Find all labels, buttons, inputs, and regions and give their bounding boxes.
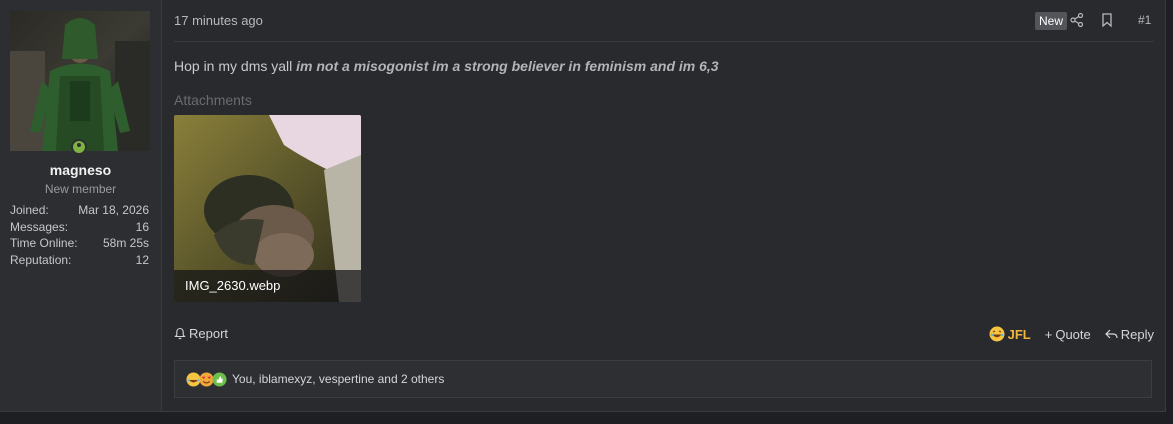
quote-label: Quote [1055, 326, 1091, 342]
stat-value: Mar 18, 2026 [78, 203, 149, 217]
share-icon[interactable] [1069, 12, 1085, 28]
post-container: magneso New member Joined: Mar 18, 2026 … [0, 0, 1166, 412]
attachment-thumbnail[interactable]: IMG_2630.webp [174, 115, 361, 302]
user-stats: Joined: Mar 18, 2026 Messages: 16 Time O… [10, 202, 149, 268]
post-number[interactable]: #1 [1138, 13, 1151, 27]
report-label: Report [189, 326, 229, 341]
plus-icon: + [1044, 326, 1053, 342]
user-title: New member [44, 182, 117, 196]
reactions-bar[interactable]: You, iblamexyz, vespertine and 2 others [174, 360, 1152, 398]
reply-icon [1104, 329, 1118, 339]
post-body-emphasis: im not a misogonist im a strong believer… [296, 58, 719, 74]
post-body: Hop in my dms yall im not a misogonist i… [174, 58, 719, 74]
post-footer: Report JFL + Quote Reply [174, 326, 1154, 346]
attachment-filename: IMG_2630.webp [174, 270, 361, 302]
thumbs-up-icon [212, 371, 227, 387]
user-avatar[interactable] [10, 11, 150, 151]
stat-value: 16 [135, 219, 149, 234]
stat-label: Joined: [10, 203, 49, 217]
bookmark-icon[interactable] [1099, 12, 1115, 28]
post-body-text: Hop in my dms yall [174, 58, 297, 74]
quote-button[interactable]: + Quote [1045, 327, 1091, 342]
reply-button[interactable]: Reply [1104, 326, 1154, 342]
stat-label: Messages: [10, 219, 69, 234]
post-time[interactable]: 17 minutes ago [174, 13, 263, 28]
bell-icon [174, 327, 186, 340]
stat-label: Time Online: [10, 236, 78, 250]
reaction-icons [186, 371, 227, 387]
attachments-heading: Attachments [174, 92, 252, 108]
post-actions: JFL + Quote Reply [989, 326, 1154, 342]
stat-time-online: Time Online: 58m 25s [10, 235, 149, 252]
avatar-image [10, 11, 150, 151]
stat-joined: Joined: Mar 18, 2026 [10, 202, 149, 219]
reply-label: Reply [1120, 326, 1154, 342]
report-button[interactable]: Report [174, 326, 228, 341]
stat-label: Reputation: [10, 252, 72, 267]
laughing-emoji-icon [989, 326, 1005, 342]
reaction-label: JFL [1007, 326, 1031, 342]
post-header: 17 minutes ago New #1 [174, 0, 1154, 42]
post-main: 17 minutes ago New #1 Hop in my dms yall… [162, 0, 1165, 411]
stat-messages: Messages: 16 [10, 219, 149, 236]
username[interactable]: magneso [0, 162, 161, 178]
stat-value: 58m 25s [102, 236, 149, 250]
user-sidebar: magneso New member Joined: Mar 18, 2026 … [0, 0, 162, 411]
stat-reputation: Reputation: 12 [10, 252, 149, 269]
stat-value: 12 [135, 252, 149, 267]
react-button[interactable]: JFL [989, 326, 1031, 342]
new-badge: New [1035, 12, 1068, 30]
reactions-summary: You, iblamexyz, vespertine and 2 others [232, 372, 445, 386]
online-status-icon [71, 139, 87, 155]
